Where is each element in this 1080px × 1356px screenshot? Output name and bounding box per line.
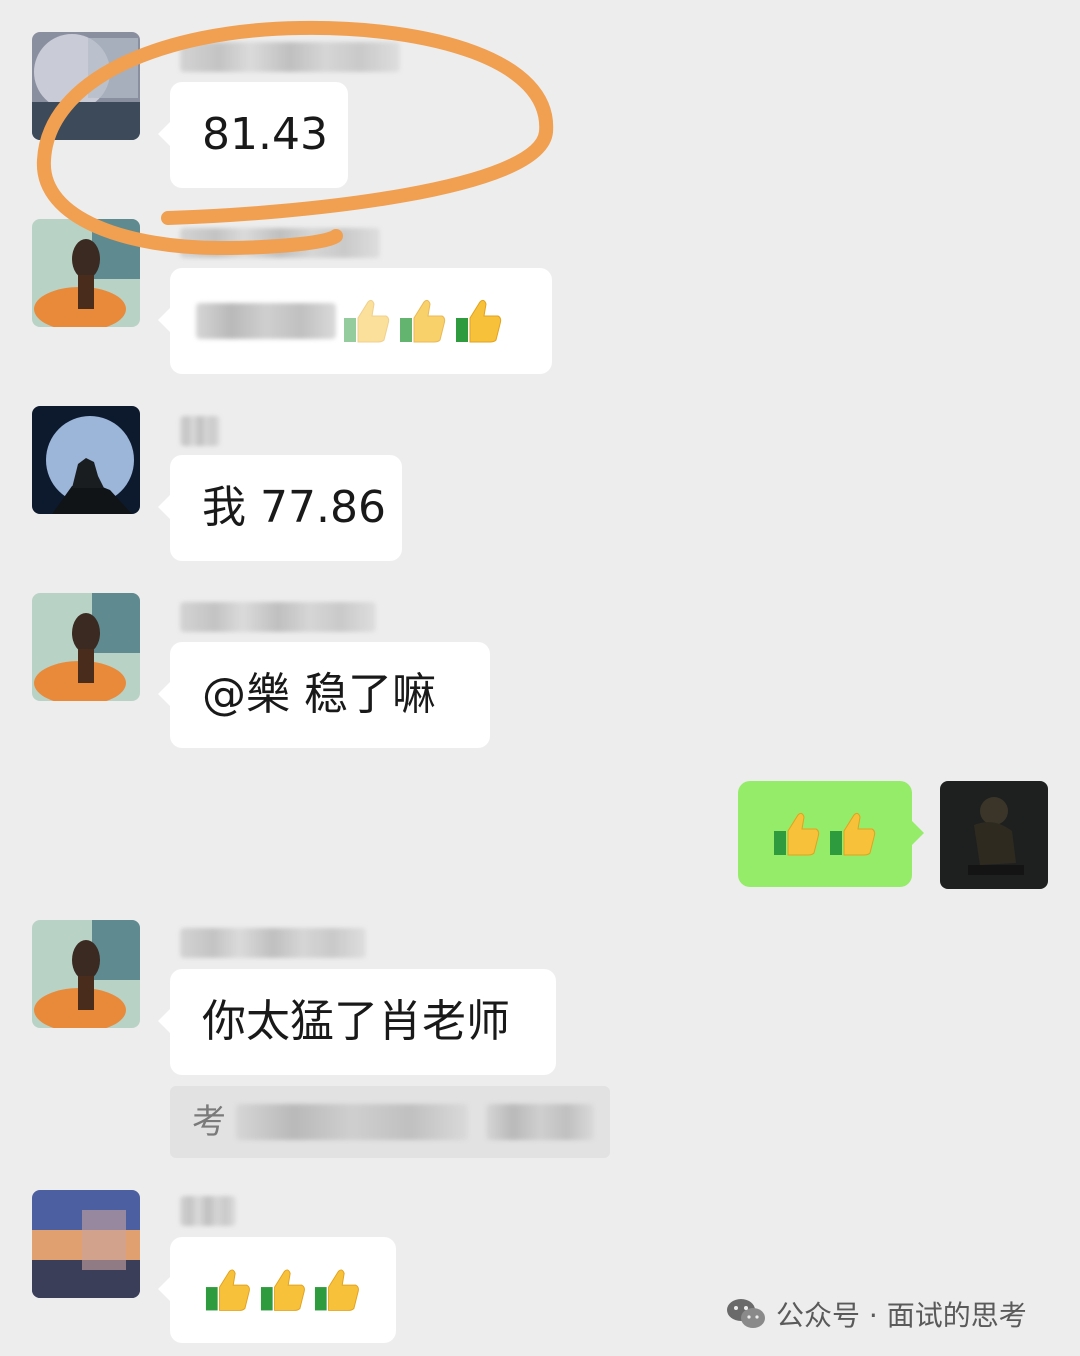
sender-name-blurred [180, 928, 366, 958]
thumbs-up-icon [315, 1269, 360, 1311]
watermark-text: 公众号 · 面试的思考 [776, 1299, 1027, 1332]
blurred-quote-text [486, 1104, 594, 1140]
wechat-logo-icon [727, 1299, 765, 1328]
message-bubble-emoji[interactable] [158, 1237, 396, 1343]
quote-prefix: 考 [192, 1102, 226, 1142]
avatar-wolf-sender[interactable] [32, 406, 140, 514]
sender-name-blurred [180, 416, 220, 446]
sender-name-blurred [180, 228, 380, 258]
message-text: 你太猛了肖老师 [202, 996, 510, 1047]
message-bubble-score[interactable]: 81.43 [158, 82, 348, 188]
message-bubble-emoji[interactable] [158, 268, 552, 374]
message-text: 81.43 [202, 109, 328, 160]
avatar-image [32, 406, 140, 514]
thumbs-up-icon [205, 1269, 250, 1311]
watermark: 公众号 · 面试的思考 [726, 1290, 1027, 1338]
avatar-sunset-sender[interactable] [32, 1190, 140, 1298]
thumbs-up-icon [344, 299, 390, 343]
avatar-image [940, 781, 1048, 889]
thumbs-up-icon [260, 1269, 305, 1311]
avatar-image [32, 219, 140, 327]
thumbs-up-icon [400, 299, 446, 343]
message-text: 我 77.86 [202, 482, 386, 533]
avatar-thinker-self[interactable] [940, 781, 1048, 889]
avatar-girl-sender[interactable] [32, 920, 140, 1028]
message-bubble-text[interactable]: 你太猛了肖老师 [158, 969, 556, 1075]
message-bubble-score[interactable]: 我 77.86 [158, 455, 402, 561]
avatar-girl-sender[interactable] [32, 593, 140, 701]
sender-name-blurred [180, 1196, 236, 1226]
thumbs-up-icon [456, 299, 502, 343]
avatar-image [32, 1190, 140, 1298]
blurred-text [196, 303, 336, 339]
quoted-reply[interactable]: 考 [170, 1086, 610, 1158]
message-bubble-emoji-mine[interactable] [738, 781, 924, 887]
message-text: @樂 稳了嘛 [202, 669, 436, 720]
avatar-image [32, 32, 140, 140]
avatar-image [32, 920, 140, 1028]
sender-name-blurred [180, 602, 376, 632]
thumbs-up-icon [830, 812, 876, 856]
avatar-girl-sender[interactable] [32, 219, 140, 327]
message-bubble-mention[interactable]: @樂 稳了嘛 [158, 642, 490, 748]
thumbs-up-icon [774, 812, 820, 856]
blurred-quote-text [236, 1104, 468, 1140]
avatar-image [32, 593, 140, 701]
sender-name-blurred [180, 42, 400, 72]
avatar-moon-sender[interactable] [32, 32, 140, 140]
